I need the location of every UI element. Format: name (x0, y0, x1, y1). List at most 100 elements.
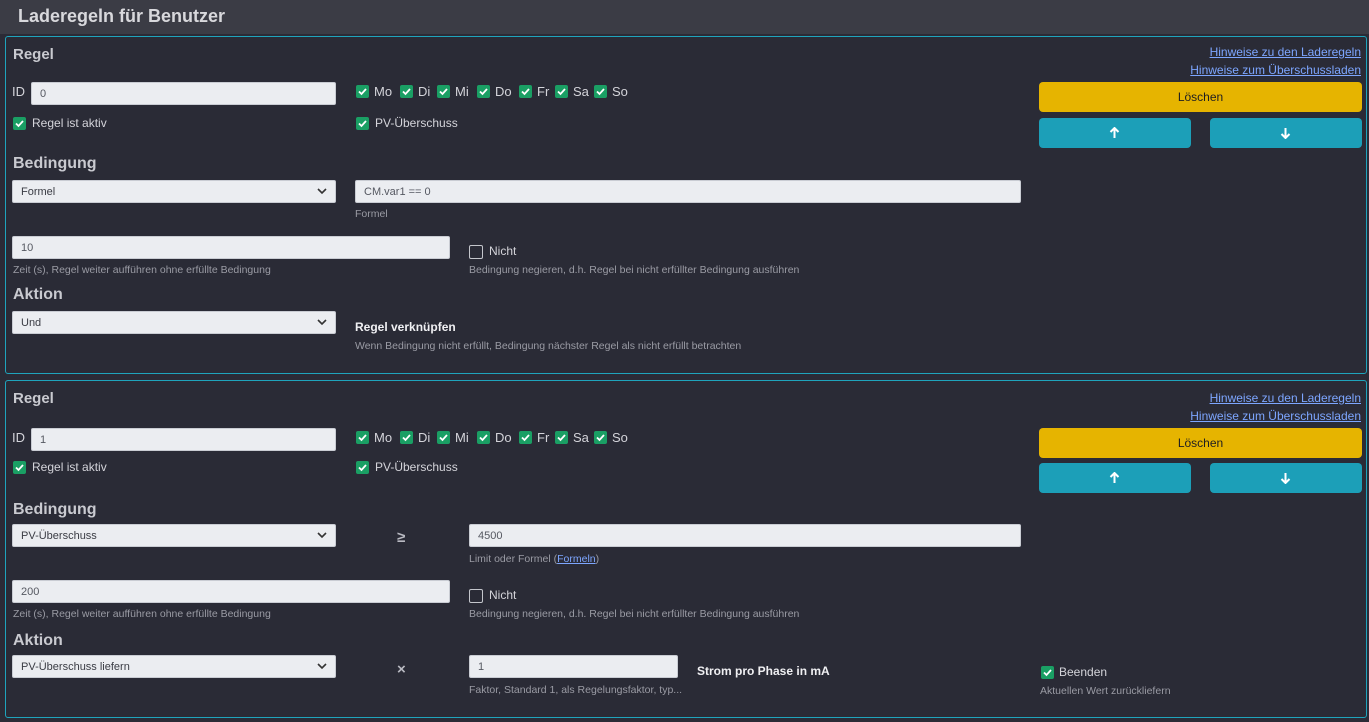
move-down-button[interactable] (1210, 463, 1362, 493)
page-title: Laderegeln für Benutzer (18, 6, 226, 26)
limit-caption-suffix: ) (595, 553, 600, 565)
chevron-down-icon (317, 188, 327, 195)
day-label: Mi (455, 84, 469, 99)
checkbox-pv-surplus[interactable] (356, 461, 369, 474)
aktion-heading: Aktion (13, 632, 63, 649)
checkbox-sa[interactable] (555, 431, 568, 444)
day-label: Sa (573, 430, 589, 445)
checkbox-not[interactable] (469, 245, 483, 259)
id-input[interactable]: 1 (31, 428, 336, 451)
link-laderegeln[interactable]: Hinweise zu den Laderegeln (1210, 45, 1361, 59)
day-label: Fr (537, 430, 550, 445)
checkbox-pv-surplus[interactable] (356, 117, 369, 130)
delete-button[interactable]: Löschen (1039, 82, 1362, 112)
rule-active-label: Regel ist aktiv (32, 460, 107, 474)
checkbox-so[interactable] (594, 85, 607, 98)
condition-select-value: Formel (21, 186, 56, 198)
rule-card-0: Regel Hinweise zu den Laderegeln Hinweis… (5, 36, 1367, 374)
move-up-button[interactable] (1039, 463, 1191, 493)
not-label: Nicht (489, 244, 517, 258)
factor-input[interactable]: 1 (469, 655, 678, 678)
rule-heading: Regel (13, 46, 54, 63)
day-label: Di (418, 84, 431, 99)
day-label: Mo (374, 84, 393, 99)
time-input[interactable]: 200 (12, 580, 450, 603)
comparison-operator: ≥ (397, 529, 406, 546)
checkbox-end[interactable] (1041, 666, 1054, 679)
factor-caption: Faktor, Standard 1, als Regelungsfaktor,… (469, 684, 683, 696)
arrow-down-icon (1280, 128, 1291, 139)
checkbox-sa[interactable] (555, 85, 568, 98)
time-caption: Zeit (s), Regel weiter aufführen ohne er… (13, 264, 271, 276)
chevron-down-icon (317, 663, 327, 670)
checkbox-mi[interactable] (437, 431, 450, 444)
rule-card-1: Regel Hinweise zu den Laderegeln Hinweis… (5, 380, 1367, 718)
day-label: Mi (455, 430, 469, 445)
chevron-down-icon (317, 319, 327, 326)
day-label: So (612, 84, 628, 99)
move-up-button[interactable] (1039, 118, 1191, 148)
action-select[interactable]: PV-Überschuss liefern (12, 655, 336, 678)
day-label: Fr (537, 84, 550, 99)
multiply-operator: × (397, 661, 406, 678)
page-header: Laderegeln für Benutzer (0, 0, 1369, 34)
link-ueberschussladen[interactable]: Hinweise zum Überschussladen (1190, 409, 1361, 423)
day-label: Sa (573, 84, 589, 99)
limit-caption: Limit oder Formel (Formeln) (469, 553, 599, 565)
checkbox-not[interactable] (469, 589, 483, 603)
action-select[interactable]: Und (12, 311, 336, 334)
id-input[interactable]: 0 (31, 82, 336, 105)
end-caption: Aktuellen Wert zurückliefern (1040, 685, 1171, 697)
checkbox-do[interactable] (477, 85, 490, 98)
link-ueberschussladen[interactable]: Hinweise zum Überschussladen (1190, 63, 1361, 77)
pv-surplus-label: PV-Überschuss (375, 460, 458, 474)
checkbox-fr[interactable] (519, 431, 532, 444)
not-label: Nicht (489, 588, 517, 602)
link-rule-title: Regel verknüpfen (355, 320, 456, 334)
time-caption: Zeit (s), Regel weiter aufführen ohne er… (13, 608, 271, 620)
limit-caption-prefix: Limit oder Formel ( (469, 553, 558, 565)
checkbox-di[interactable] (400, 431, 413, 444)
bedingung-heading: Bedingung (13, 155, 97, 172)
day-label: So (612, 430, 628, 445)
checkbox-so[interactable] (594, 431, 607, 444)
weekday-group: Mo Di Mi Do Fr Sa So (356, 84, 656, 100)
arrow-up-icon (1109, 472, 1120, 483)
rule-heading: Regel (13, 390, 54, 407)
move-down-button[interactable] (1210, 118, 1362, 148)
day-label: Mo (374, 430, 393, 445)
link-rule-caption: Wenn Bedingung nicht erfüllt, Bedingung … (355, 340, 742, 352)
id-label: ID (12, 430, 25, 445)
day-label: Di (418, 430, 431, 445)
checkbox-mo[interactable] (356, 85, 369, 98)
arrow-up-icon (1109, 127, 1120, 138)
end-label: Beenden (1059, 665, 1108, 679)
pv-surplus-label: PV-Überschuss (375, 116, 458, 130)
not-caption: Bedingung negieren, d.h. Regel bei nicht… (469, 264, 800, 276)
condition-select[interactable]: Formel (12, 180, 336, 203)
time-input[interactable]: 10 (12, 236, 450, 259)
id-label: ID (12, 84, 25, 99)
formula-caption: Formel (355, 208, 388, 220)
checkbox-mi[interactable] (437, 85, 450, 98)
chevron-down-icon (317, 532, 327, 539)
bedingung-heading: Bedingung (13, 501, 97, 518)
link-laderegeln[interactable]: Hinweise zu den Laderegeln (1210, 391, 1361, 405)
delete-button[interactable]: Löschen (1039, 428, 1362, 458)
arrow-down-icon (1280, 473, 1291, 484)
not-caption: Bedingung negieren, d.h. Regel bei nicht… (469, 608, 800, 620)
checkbox-do[interactable] (477, 431, 490, 444)
current-label: Strom pro Phase in mA (697, 664, 830, 678)
formula-input[interactable]: CM.var1 == 0 (355, 180, 1021, 203)
checkbox-rule-active[interactable] (13, 461, 26, 474)
condition-select-value: PV-Überschuss (21, 530, 97, 542)
checkbox-fr[interactable] (519, 85, 532, 98)
checkbox-di[interactable] (400, 85, 413, 98)
action-select-value: PV-Überschuss liefern (21, 661, 130, 673)
checkbox-mo[interactable] (356, 431, 369, 444)
formulas-link[interactable]: Formeln (557, 553, 596, 565)
aktion-heading: Aktion (13, 286, 63, 303)
checkbox-rule-active[interactable] (13, 117, 26, 130)
condition-select[interactable]: PV-Überschuss (12, 524, 336, 547)
limit-input[interactable]: 4500 (469, 524, 1021, 547)
